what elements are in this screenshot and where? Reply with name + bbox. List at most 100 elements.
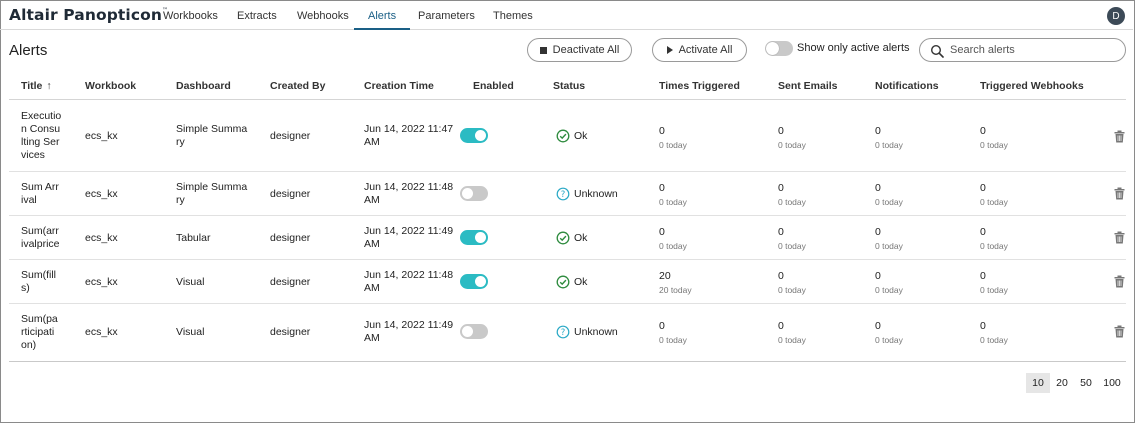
webhooks-cell: 00 today: [980, 182, 1008, 207]
alert-title[interactable]: Sum(arr ivalprice: [21, 225, 71, 251]
enabled-toggle[interactable]: [460, 274, 488, 289]
alert-title[interactable]: Executio n Consu lting Ser vices: [21, 110, 71, 162]
user-avatar[interactable]: D: [1107, 7, 1125, 25]
notifications-cell: 00 today: [875, 270, 903, 295]
tab-alerts[interactable]: Alerts: [353, 10, 411, 30]
webhooks-cell: 00 today: [980, 125, 1008, 150]
creation-time-cell: Jun 14, 2022 11:47 AM: [364, 123, 454, 148]
created-by-cell: designer: [270, 276, 311, 288]
webhooks-cell: 00 today: [980, 226, 1008, 251]
times-triggered-cell: 00 today: [659, 226, 687, 251]
sent-emails-cell: 00 today: [778, 320, 806, 345]
search-box: [919, 38, 1126, 62]
sent-emails-cell: 00 today: [778, 226, 806, 251]
enabled-toggle[interactable]: [460, 324, 488, 339]
alert-title[interactable]: Sum Arr ival: [21, 181, 71, 207]
creation-time-cell: Jun 14, 2022 11:49 AM: [364, 225, 454, 250]
toggle-knob: [475, 130, 486, 141]
status-ok: Ok: [556, 231, 587, 245]
times-triggered-cell: 00 today: [659, 125, 687, 150]
notifications-cell: 00 today: [875, 125, 903, 150]
check-circle-icon: [556, 129, 570, 143]
status-unknown: ? Unknown: [556, 325, 618, 339]
alert-title[interactable]: Sum(fill s): [21, 269, 71, 295]
enabled-toggle[interactable]: [460, 128, 488, 143]
created-by-cell: designer: [270, 326, 311, 338]
column-dashboard[interactable]: Dashboard: [176, 80, 231, 92]
play-icon: [666, 46, 673, 54]
column-times-triggered[interactable]: Times Triggered: [659, 80, 740, 92]
sent-emails-cell: 00 today: [778, 270, 806, 295]
status-ok: Ok: [556, 275, 587, 289]
trash-icon[interactable]: [1114, 275, 1125, 288]
notifications-cell: 00 today: [875, 320, 903, 345]
tab-workbooks[interactable]: Workbooks: [163, 10, 218, 22]
column-status[interactable]: Status: [553, 80, 585, 92]
table-row: Sum(pa rticipati on) ecs_kx Visual designe…: [9, 304, 1126, 361]
workbook-cell: ecs_kx: [85, 232, 118, 244]
tab-themes[interactable]: Themes: [493, 10, 533, 22]
tab-webhooks[interactable]: Webhooks: [297, 10, 349, 22]
dashboard-cell: Visual: [176, 276, 205, 288]
table-row: Sum Arr ival ecs_kx Simple Summa ry design…: [9, 172, 1126, 216]
created-by-cell: designer: [270, 188, 311, 200]
activate-all-label: Activate All: [678, 44, 733, 56]
question-circle-icon: ?: [556, 325, 570, 339]
dashboard-cell: Simple Summa ry: [176, 181, 248, 206]
times-triggered-cell: 20 20 today: [659, 270, 692, 295]
webhooks-cell: 00 today: [980, 320, 1008, 345]
trash-icon[interactable]: [1114, 325, 1125, 338]
enabled-toggle[interactable]: [460, 230, 488, 245]
creation-time-cell: Jun 14, 2022 11:48 AM: [364, 269, 454, 294]
column-workbook[interactable]: Workbook: [85, 80, 136, 92]
column-sent-emails[interactable]: Sent Emails: [778, 80, 838, 92]
activate-all-button[interactable]: Activate All: [652, 38, 747, 62]
alert-title[interactable]: Sum(pa rticipati on): [21, 313, 71, 352]
table-row: Sum(arr ivalprice ecs_kx Tabular designer…: [9, 216, 1126, 260]
created-by-cell: designer: [270, 232, 311, 244]
sort-ascending-icon[interactable]: ↑: [46, 80, 51, 92]
column-created-by[interactable]: Created By: [270, 80, 325, 92]
enabled-toggle[interactable]: [460, 186, 488, 201]
search-input[interactable]: [950, 42, 1120, 58]
deactivate-all-button[interactable]: Deactivate All: [527, 38, 632, 62]
active-only-label: Show only active alerts: [797, 42, 910, 54]
sent-emails-cell: 00 today: [778, 125, 806, 150]
dashboard-cell: Simple Summa ry: [176, 123, 248, 148]
page-size-50[interactable]: 50: [1075, 373, 1097, 393]
column-enabled[interactable]: Enabled: [473, 80, 514, 92]
column-notifications[interactable]: Notifications: [875, 80, 939, 92]
trash-icon[interactable]: [1114, 231, 1125, 244]
table-header: Title ↑ Workbook Dashboard Created By Cre…: [9, 70, 1126, 100]
toggle-knob: [475, 276, 486, 287]
created-by-cell: designer: [270, 130, 311, 142]
dashboard-cell: Visual: [176, 326, 205, 338]
trash-icon[interactable]: [1114, 130, 1125, 143]
trash-icon[interactable]: [1114, 187, 1125, 200]
times-triggered-cell: 00 today: [659, 182, 687, 207]
creation-time-cell: Jun 14, 2022 11:48 AM: [364, 181, 454, 206]
column-title[interactable]: Title ↑: [21, 80, 52, 92]
toggle-knob: [766, 42, 779, 55]
table-row: Executio n Consu lting Ser vices ecs_kx Sim…: [9, 100, 1126, 172]
sent-emails-cell: 00 today: [778, 182, 806, 207]
page-size-100[interactable]: 100: [1099, 373, 1125, 393]
times-triggered-cell: 00 today: [659, 320, 687, 345]
page-title: Alerts: [9, 42, 48, 59]
tab-extracts[interactable]: Extracts: [237, 10, 277, 22]
column-triggered-webhooks[interactable]: Triggered Webhooks: [980, 80, 1084, 92]
toggle-knob: [462, 326, 473, 337]
notifications-cell: 00 today: [875, 226, 903, 251]
active-only-toggle[interactable]: [765, 41, 793, 56]
workbook-cell: ecs_kx: [85, 130, 118, 142]
status-unknown: ? Unknown: [556, 187, 618, 201]
page-size-10[interactable]: 10: [1026, 373, 1050, 393]
column-creation-time[interactable]: Creation Time: [364, 80, 434, 92]
tab-parameters[interactable]: Parameters: [418, 10, 475, 22]
page-size-20[interactable]: 20: [1051, 373, 1073, 393]
toggle-knob: [462, 188, 473, 199]
creation-time-cell: Jun 14, 2022 11:49 AM: [364, 319, 454, 344]
question-circle-icon: ?: [556, 187, 570, 201]
svg-text:?: ?: [561, 190, 566, 200]
table-divider: [9, 361, 1126, 362]
